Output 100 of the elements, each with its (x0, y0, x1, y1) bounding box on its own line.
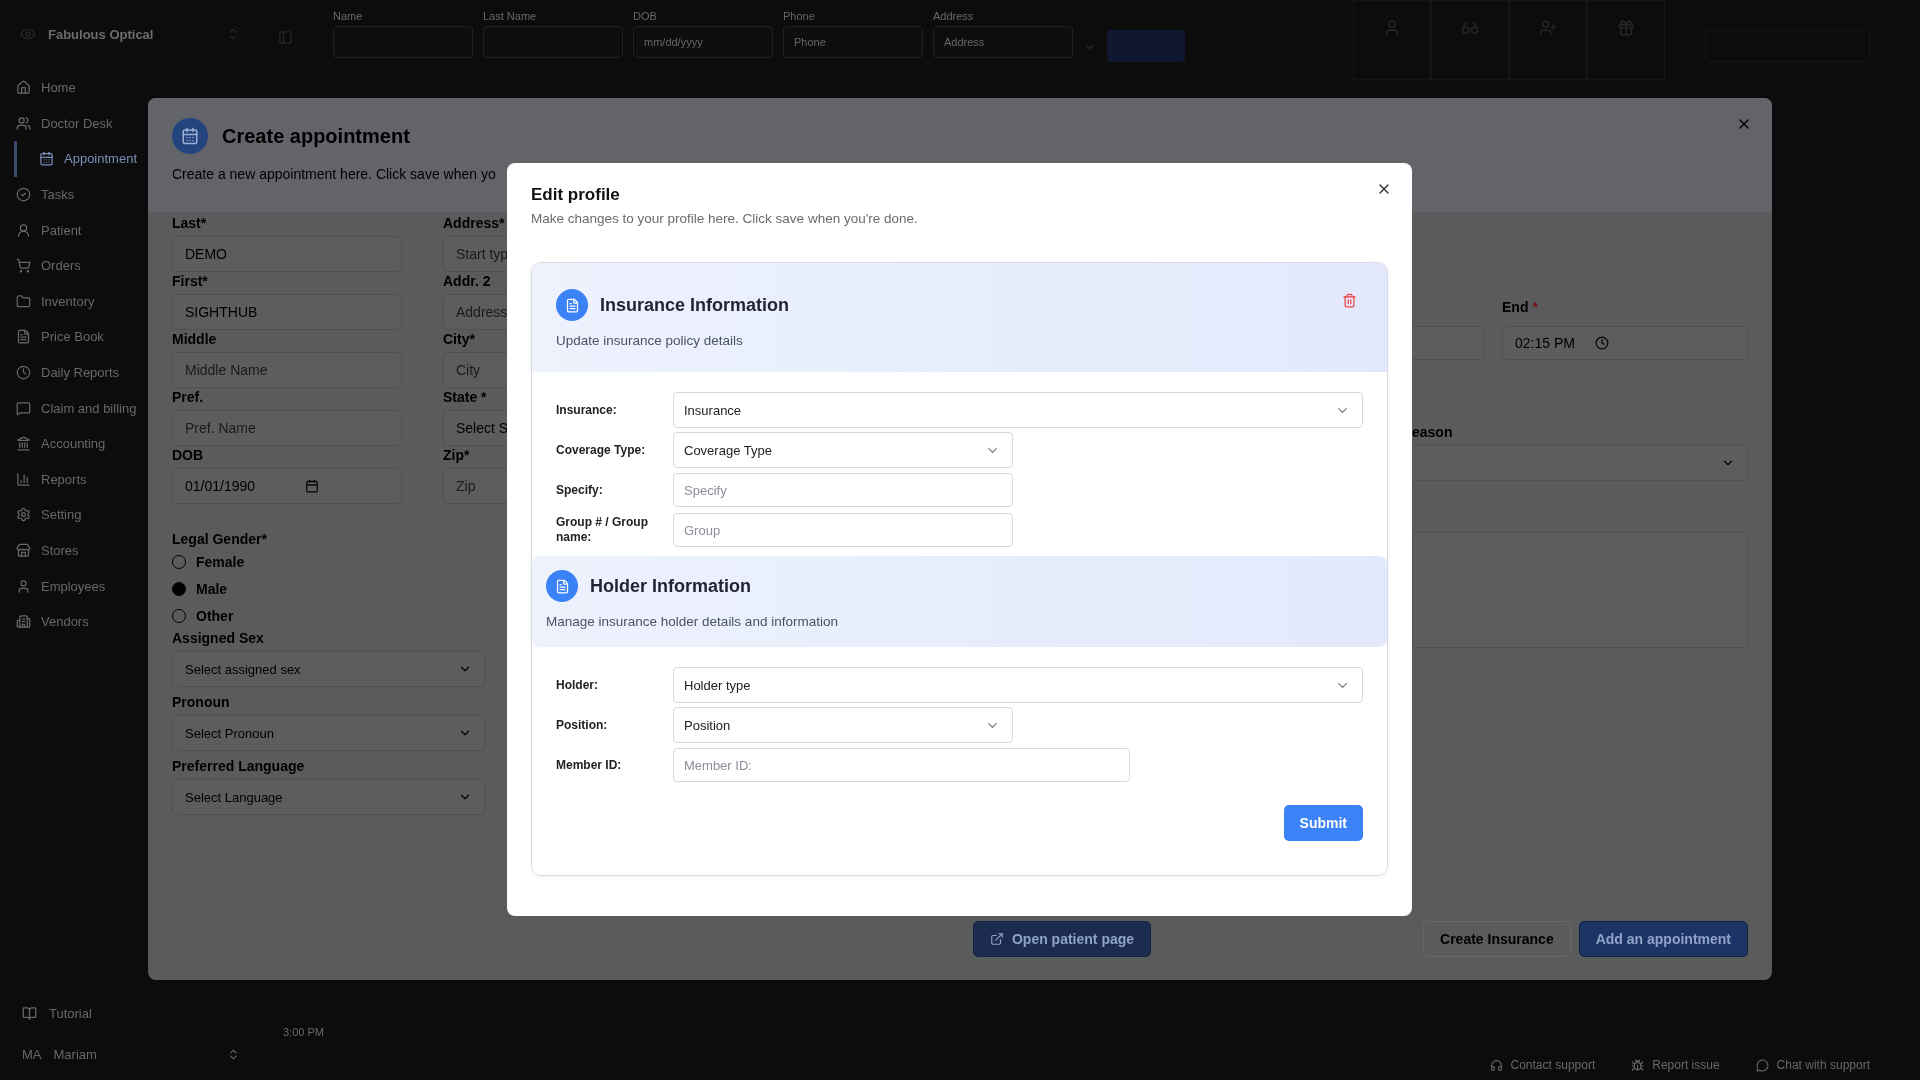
section-subtitle: Update insurance policy details (556, 333, 744, 348)
search-label: Phone (783, 10, 816, 22)
input-field[interactable]: SIGHTHUB (172, 294, 402, 330)
user-plus-icon (1539, 19, 1557, 37)
input-field[interactable]: Middle Name (172, 352, 402, 388)
chat-icon (16, 400, 31, 416)
search-field[interactable]: mm/dd/yyyy (633, 26, 773, 58)
input-field[interactable]: Zip (443, 468, 509, 504)
store-icon (16, 543, 31, 558)
field-label: Pref. (172, 388, 204, 406)
input-field[interactable]: Member ID: (673, 748, 1130, 782)
tutorial-link[interactable]: Tutorial (22, 1006, 240, 1021)
toolbar-tile[interactable] (1509, 0, 1587, 80)
select-field[interactable]: Select assigned sex (172, 651, 485, 687)
building-icon (16, 614, 31, 630)
search-button[interactable] (1107, 30, 1185, 62)
field-label: Group # / Group name: (556, 515, 649, 545)
select-field[interactable] (1412, 445, 1748, 481)
section-subtitle: Manage insurance holder details and information (546, 614, 839, 629)
select-field[interactable]: Select Language (172, 779, 485, 815)
toolbar-tile[interactable] (1587, 0, 1665, 80)
settings-icon (16, 507, 31, 523)
cart-icon (16, 258, 31, 274)
field-label: Addr. 2 (443, 272, 491, 290)
select-field[interactable]: Position (673, 707, 1013, 743)
radio-option[interactable]: Female (172, 548, 245, 575)
submit-button[interactable]: Submit (1283, 805, 1363, 841)
time-label: 3:00 PM (283, 1026, 325, 1038)
sidebar-toggle-icon[interactable] (278, 30, 293, 45)
create-insurance-button[interactable]: Create Insurance (1423, 921, 1571, 957)
input-field[interactable]: Specify (673, 473, 1013, 507)
chat-icon (1755, 1058, 1769, 1072)
input-field[interactable]: City (443, 352, 509, 388)
search-field[interactable]: Address (933, 26, 1073, 58)
time-field[interactable]: 02:15 PM (1502, 326, 1748, 360)
field-label: End * (1502, 298, 1538, 316)
field-label: Legal Gender* (172, 530, 267, 548)
search-label: Name (333, 10, 364, 22)
support-link[interactable]: Contact support (1489, 1058, 1596, 1072)
sidebar-item[interactable]: Home (0, 70, 260, 106)
search-label: Address (933, 10, 975, 22)
user-icon (16, 578, 31, 594)
input-field[interactable]: Group (673, 513, 1013, 547)
chart-icon (16, 471, 31, 487)
user-icon (16, 222, 31, 238)
folder-icon (16, 293, 31, 309)
headset-icon (1489, 1058, 1503, 1072)
add-appointment-button[interactable]: Add an appointment (1578, 921, 1748, 957)
select-field[interactable]: Holder type (673, 667, 1363, 703)
toolbar-tile[interactable] (1431, 0, 1509, 80)
field-label: Preferred Language (172, 757, 305, 775)
document-icon (546, 570, 578, 602)
check-circle-icon (16, 187, 31, 203)
field-label: Middle (172, 330, 217, 348)
field-label: City* (443, 330, 475, 348)
select-field[interactable]: Coverage Type (673, 432, 1013, 468)
field-label: Position: (556, 717, 609, 733)
field-label: Insurance: (556, 402, 618, 418)
chevrons-icon[interactable] (227, 1048, 240, 1061)
input-field[interactable]: Pref. Name (172, 410, 402, 446)
user-name: Mariam (53, 1047, 98, 1062)
toolbar-tile[interactable] (1353, 0, 1431, 80)
field-label: Address* (443, 214, 505, 232)
user-initials: MA (22, 1047, 42, 1062)
text-area[interactable] (1412, 532, 1748, 648)
house-icon (16, 80, 31, 96)
document-icon (16, 329, 31, 345)
time-field[interactable] (1412, 326, 1484, 360)
date-field[interactable]: 01/01/1990 (172, 468, 402, 504)
search-field[interactable]: Phone (783, 26, 923, 58)
radio-option[interactable]: Other (172, 602, 234, 629)
calendar-icon (172, 118, 208, 154)
logo-icon (20, 26, 36, 42)
select-field[interactable]: Insurance (673, 392, 1363, 428)
field-label: Holder: (556, 677, 599, 693)
dialog-title: Edit profile (531, 185, 620, 205)
bank-icon (16, 436, 31, 452)
calendar-icon (305, 479, 320, 493)
field-label: DOB (172, 446, 204, 464)
input-field[interactable]: DEMO (172, 236, 402, 272)
document-icon (556, 289, 588, 321)
external-link-icon (989, 932, 1004, 946)
select-field[interactable]: Select S (443, 410, 509, 446)
users-icon (16, 115, 31, 131)
section-title: Insurance Information (600, 294, 790, 316)
input-field[interactable]: Start typ (443, 236, 509, 272)
clock-icon (16, 365, 31, 381)
radio-option[interactable]: Male (172, 575, 228, 602)
support-link[interactable]: Report issue (1631, 1058, 1720, 1072)
user-icon (1383, 19, 1401, 37)
support-link[interactable]: Chat with support (1755, 1058, 1870, 1072)
radio-button[interactable] (172, 581, 186, 596)
open-patient-button[interactable]: Open patient page (972, 921, 1152, 957)
input-field[interactable]: Address (443, 294, 509, 330)
select-field[interactable]: Select Pronoun (172, 715, 485, 751)
brand-name: Fabulous Optical (48, 26, 155, 42)
calendar-icon (39, 151, 54, 167)
delete-button[interactable] (1342, 293, 1357, 308)
field-label: eason (1412, 423, 1453, 441)
search-label: DOB (633, 10, 658, 22)
